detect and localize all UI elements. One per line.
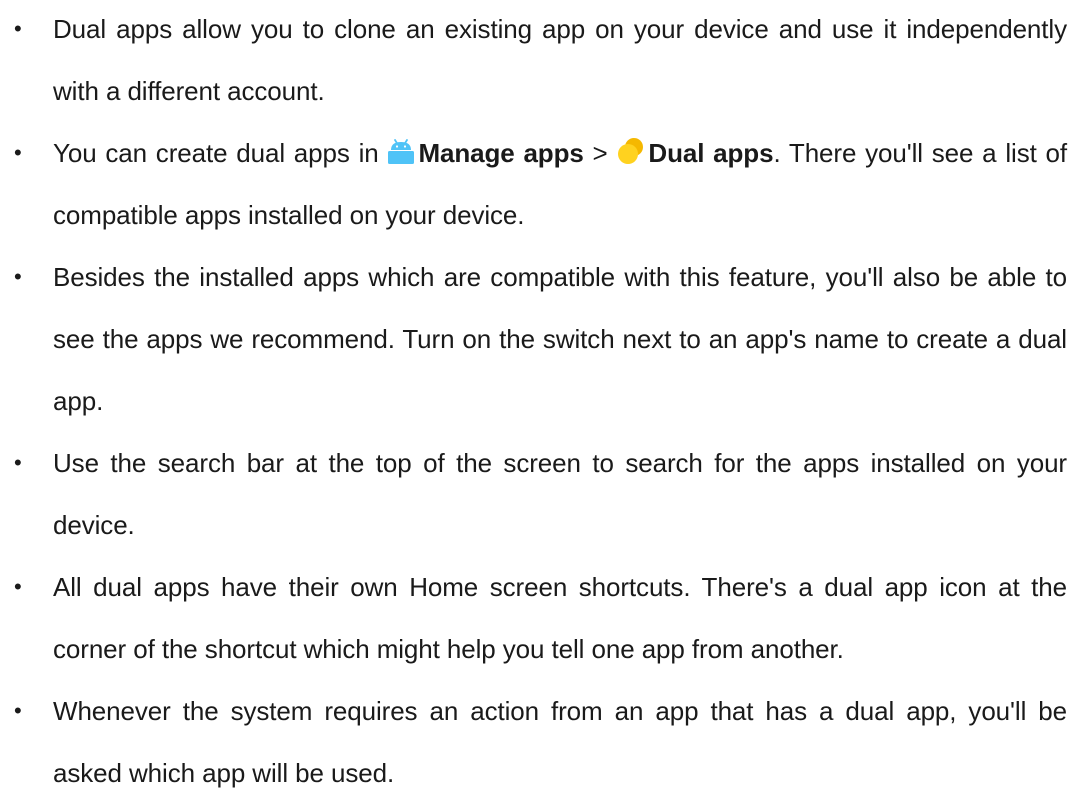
manage-apps-link[interactable]: Manage apps: [418, 138, 583, 168]
bullet-marker: •: [14, 698, 22, 723]
bullet-marker: •: [14, 140, 22, 165]
bullet-marker: •: [14, 450, 22, 475]
breadcrumb-separator: >: [583, 138, 617, 168]
dual-circles-icon: [616, 125, 646, 164]
bullet-marker: •: [14, 16, 22, 41]
dual-apps-link[interactable]: Dual apps: [648, 138, 773, 168]
list-item: • You can create dual apps in Manage app…: [0, 122, 1077, 246]
list-item: • Use the search bar at the top of the s…: [0, 432, 1077, 556]
document-body: • Dual apps allow you to clone an existi…: [0, 0, 1077, 804]
feature-bullet-list: • Dual apps allow you to clone an existi…: [0, 0, 1077, 804]
list-item: • Dual apps allow you to clone an existi…: [0, 0, 1077, 122]
item-text: Use the search bar at the top of the scr…: [53, 448, 1067, 540]
item-text-prefix: You can create dual apps in: [53, 138, 388, 168]
item-text: Whenever the system requires an action f…: [53, 696, 1067, 788]
bullet-marker: •: [14, 264, 22, 289]
list-item: • Whenever the system requires an action…: [0, 680, 1077, 804]
bullet-marker: •: [14, 574, 22, 599]
item-text: All dual apps have their own Home screen…: [53, 572, 1067, 664]
list-item: • All dual apps have their own Home scre…: [0, 556, 1077, 680]
item-text: Besides the installed apps which are com…: [53, 262, 1067, 416]
item-text: Dual apps allow you to clone an existing…: [53, 14, 1067, 106]
android-icon: [387, 125, 415, 164]
list-item: • Besides the installed apps which are c…: [0, 246, 1077, 432]
